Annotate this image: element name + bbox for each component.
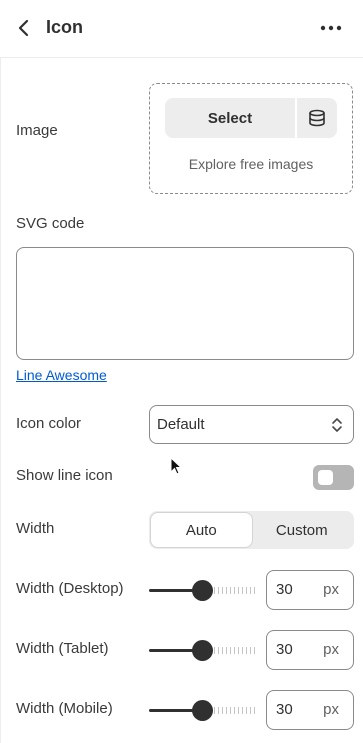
width-desktop-slider[interactable]: [149, 579, 257, 601]
width-mobile-slider[interactable]: [149, 699, 257, 721]
database-icon: [309, 109, 325, 127]
width-mobile-value: 30: [276, 701, 293, 718]
width-mobile-unit: px: [323, 701, 339, 718]
width-tablet-slider[interactable]: [149, 639, 257, 661]
width-tablet-label: Width (Tablet): [16, 640, 109, 657]
line-awesome-link[interactable]: Line Awesome: [16, 367, 107, 383]
width-label: Width: [16, 520, 55, 537]
image-library-button[interactable]: [297, 98, 337, 138]
slider-ticks: [214, 587, 257, 594]
panel-border: [0, 58, 1, 743]
width-desktop-label: Width (Desktop): [16, 580, 124, 597]
slider-thumb[interactable]: [192, 640, 213, 661]
show-line-icon-toggle[interactable]: [313, 465, 354, 490]
slider-thumb[interactable]: [192, 700, 213, 721]
panel-header: Icon: [0, 0, 363, 58]
svg-code-input[interactable]: [16, 247, 354, 360]
show-line-icon-label: Show line icon: [16, 467, 113, 484]
width-mode-segmented-control: Auto Custom: [149, 511, 354, 549]
horizontal-dots-icon[interactable]: [318, 18, 344, 38]
width-desktop-input[interactable]: 30 px: [266, 570, 354, 610]
icon-color-value: Default: [157, 416, 205, 433]
slider-ticks: [214, 707, 257, 714]
icon-color-select[interactable]: Default: [149, 405, 354, 444]
image-picker: Select Explore free images: [149, 83, 353, 194]
select-chevron-icon: [332, 418, 342, 432]
width-option-auto[interactable]: Auto: [151, 513, 252, 547]
svg-code-label: SVG code: [16, 215, 85, 232]
mouse-pointer-icon: [170, 457, 183, 475]
width-mobile-label: Width (Mobile): [16, 700, 113, 717]
image-label: Image: [16, 122, 58, 139]
width-desktop-value: 30: [276, 581, 293, 598]
image-select-group: Select: [165, 98, 337, 138]
toggle-knob: [318, 470, 333, 485]
chevron-left-icon[interactable]: [14, 18, 34, 38]
explore-free-images-link[interactable]: Explore free images: [150, 156, 352, 172]
panel-title: Icon: [46, 17, 84, 37]
width-mobile-input[interactable]: 30 px: [266, 690, 354, 730]
slider-ticks: [214, 647, 257, 654]
width-tablet-value: 30: [276, 641, 293, 658]
select-image-button[interactable]: Select: [165, 98, 297, 138]
width-tablet-input[interactable]: 30 px: [266, 630, 354, 670]
slider-thumb[interactable]: [192, 580, 213, 601]
width-desktop-unit: px: [323, 581, 339, 598]
icon-color-label: Icon color: [16, 415, 82, 432]
width-tablet-unit: px: [323, 641, 339, 658]
width-option-custom[interactable]: Custom: [252, 513, 353, 547]
